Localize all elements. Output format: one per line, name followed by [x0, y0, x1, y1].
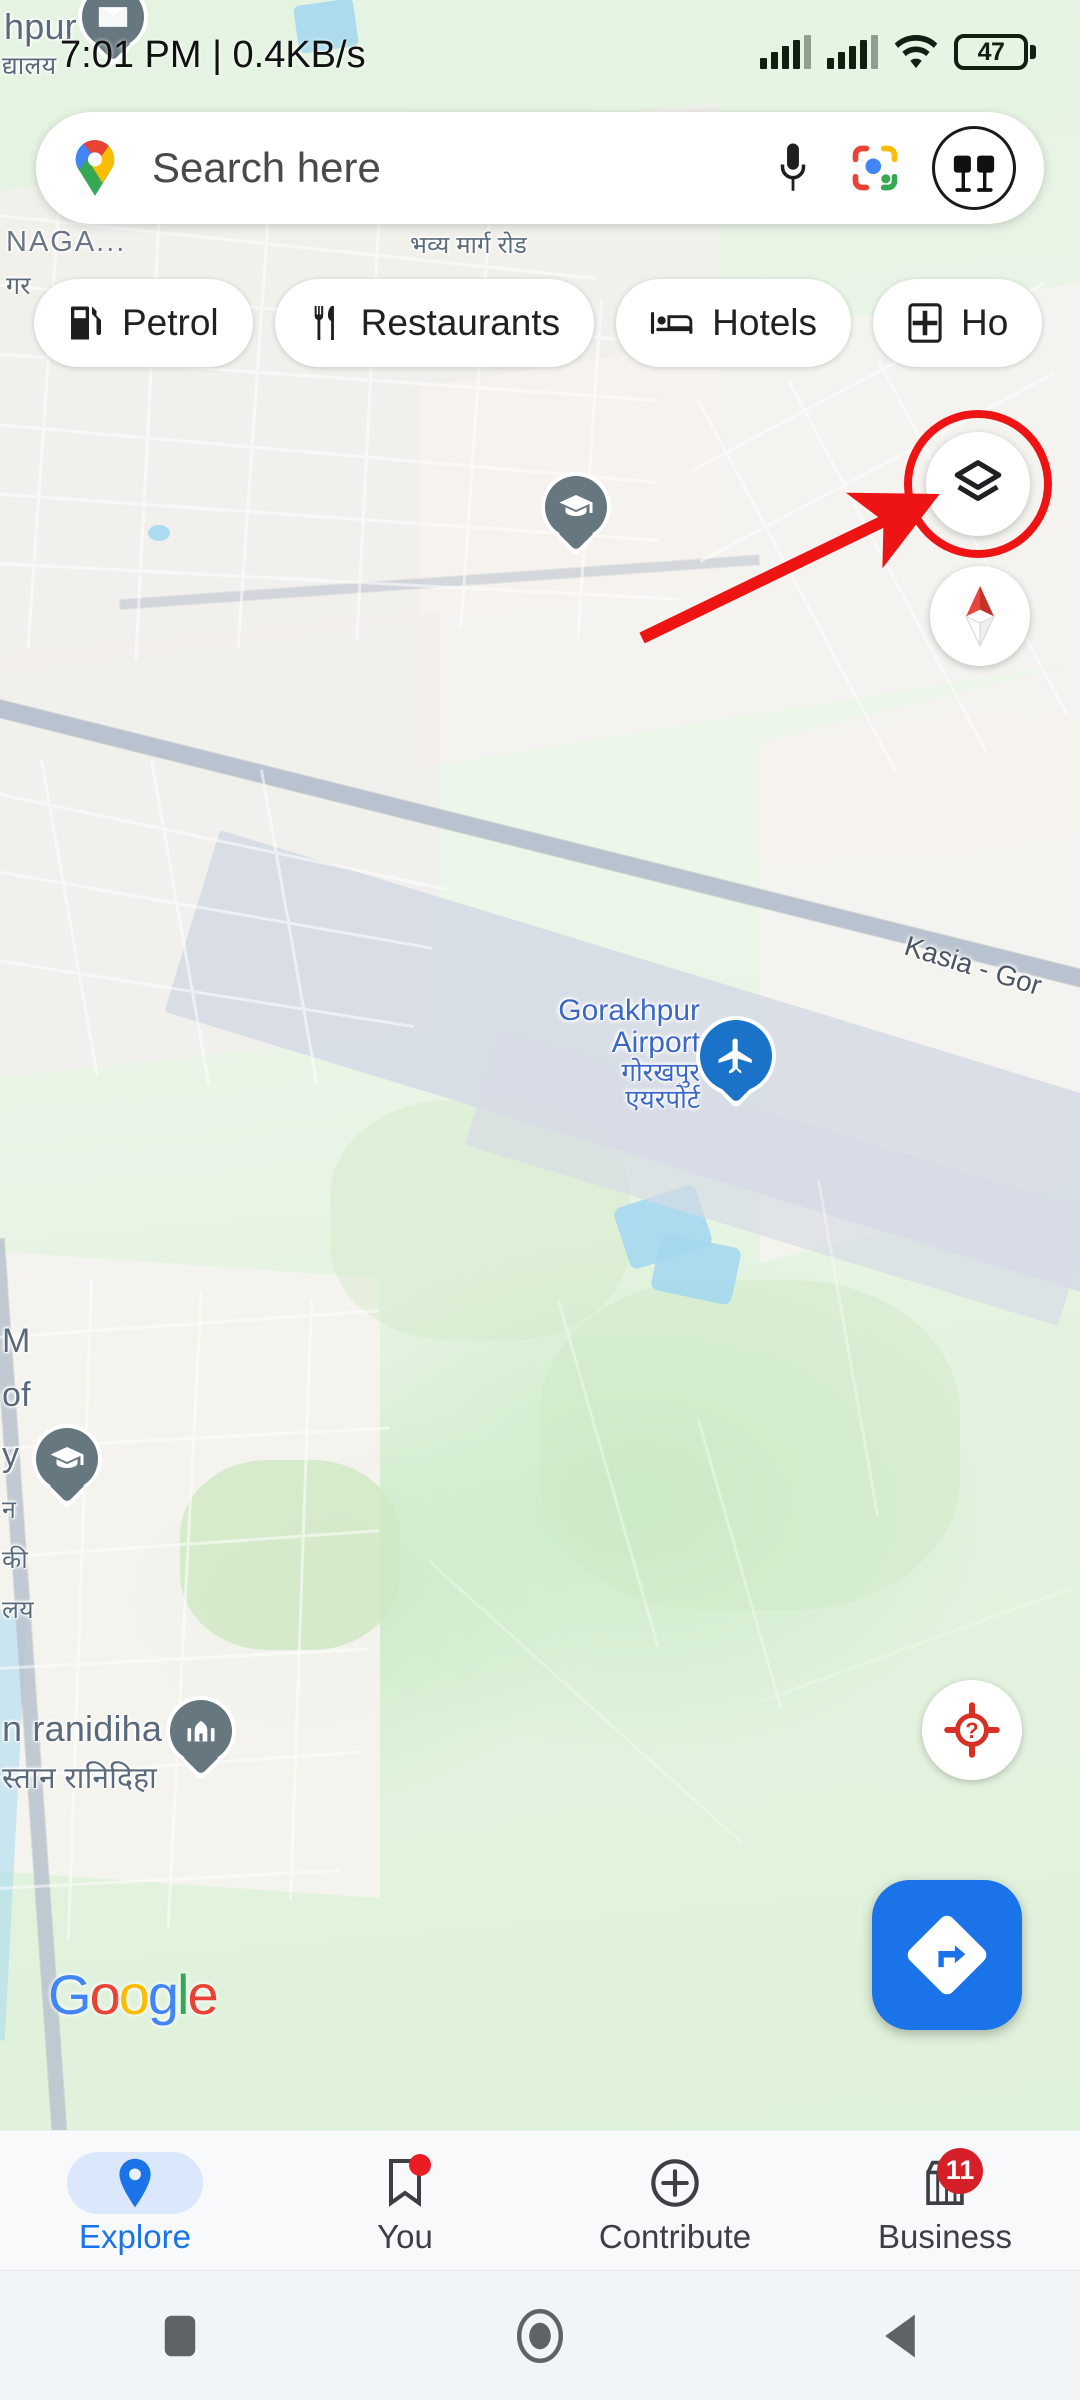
airport-name-line2: Airport [611, 1025, 700, 1059]
google-maps-pin-logo [66, 138, 124, 198]
location-unknown-crosshair-icon: ? [944, 1702, 1000, 1758]
map-pin-gorakhpur-airport[interactable] [700, 1020, 772, 1106]
airport-name-hindi1: गोरखपुर [621, 1056, 700, 1087]
category-chip-row[interactable]: Petrol Restaurants Hotels Ho [0, 272, 1080, 374]
android-back-button[interactable] [810, 2271, 990, 2400]
fuel-pump-icon [71, 306, 101, 340]
google-lens-icon[interactable] [832, 142, 918, 194]
nav-label: Business [878, 2217, 1012, 2255]
android-navigation-bar[interactable] [0, 2270, 1080, 2400]
layers-button[interactable] [926, 432, 1030, 536]
nav-item-business[interactable]: 11 Business [810, 2131, 1080, 2270]
search-input-placeholder[interactable]: Search here [152, 144, 754, 192]
nav-item-explore[interactable]: Explore [0, 2131, 270, 2270]
chip-label: Hotels [712, 302, 818, 343]
map-pin-mosque[interactable] [170, 1700, 232, 1775]
nav-label: Explore [79, 2217, 191, 2255]
compass-button[interactable] [930, 566, 1030, 666]
chip-petrol[interactable]: Petrol [34, 279, 253, 367]
nav-label: You [377, 2217, 433, 2255]
microphone-icon[interactable] [754, 140, 832, 196]
chip-restaurants[interactable]: Restaurants [274, 279, 595, 367]
plus-circle-icon [651, 2158, 699, 2207]
chip-label: Petrol [122, 302, 219, 343]
poi-label-gorakhpur-airport[interactable]: Gorakhpur Airport गोरखपुर एयरपोर्ट [370, 995, 700, 1114]
chip-hospitals[interactable]: Ho [873, 279, 1043, 367]
layers-icon [954, 460, 1002, 502]
business-badge-count: 11 [937, 2147, 983, 2194]
map-pin-school-top[interactable] [545, 476, 607, 551]
airport-name-line1: Gorakhpur [558, 994, 700, 1027]
android-recents-button[interactable] [90, 2271, 270, 2400]
android-home-button[interactable] [450, 2271, 630, 2400]
airport-name-hindi2: एयरपोर्ट [625, 1084, 700, 1115]
directions-button[interactable] [872, 1880, 1022, 2030]
chip-hotels[interactable]: Hotels [616, 279, 852, 367]
nav-item-you[interactable]: You [270, 2131, 540, 2270]
bottom-navigation-bar[interactable]: Explore You Contribute 11 Business [0, 2130, 1080, 2270]
search-bar[interactable]: Search here [36, 112, 1044, 224]
svg-text:?: ? [965, 1718, 978, 1743]
nav-label: Contribute [598, 2217, 752, 2255]
square-icon [164, 2315, 196, 2356]
bed-icon [651, 312, 693, 334]
map-pin-school-left[interactable] [36, 1428, 98, 1503]
chip-label: Restaurants [360, 302, 561, 343]
triangle-back-icon [885, 2314, 915, 2357]
compass-needle-icon [964, 585, 996, 647]
map-pin-icon [119, 2158, 151, 2207]
fork-knife-icon [314, 306, 334, 340]
map-pin-mail-top[interactable] [82, 0, 144, 61]
nav-item-contribute[interactable]: Contribute [540, 2131, 810, 2270]
chip-label: Ho [961, 302, 1009, 343]
contribute-icon-wrap [607, 2152, 743, 2214]
google-watermark: Google [48, 1963, 219, 2026]
explore-icon-wrap [67, 2151, 203, 2214]
notification-dot [409, 2153, 431, 2176]
circle-icon [517, 2308, 563, 2363]
you-icon-wrap [337, 2152, 473, 2214]
account-avatar[interactable] [932, 126, 1016, 210]
business-icon-wrap: 11 [877, 2147, 1013, 2214]
hospital-icon [908, 303, 942, 343]
my-location-button[interactable]: ? [922, 1680, 1022, 1780]
directions-arrow-icon [907, 1915, 987, 1995]
